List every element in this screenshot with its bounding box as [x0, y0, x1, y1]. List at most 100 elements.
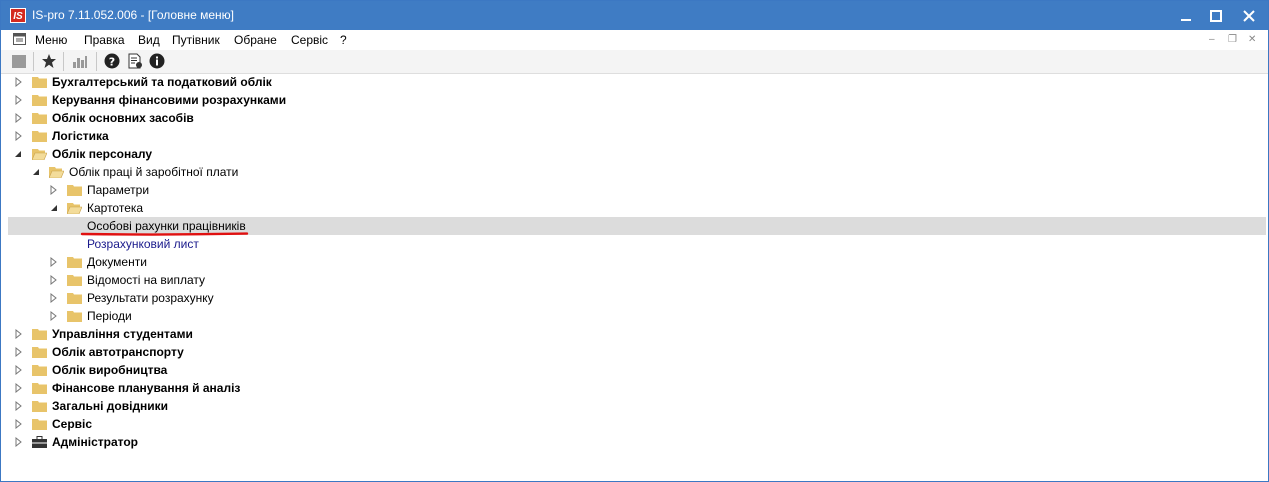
toolbox-icon	[32, 436, 47, 448]
tree-item-documents[interactable]: Документи	[8, 253, 1266, 271]
expand-arrow-icon[interactable]	[15, 347, 23, 357]
toolbar-separator	[33, 52, 34, 71]
system-menu-icon[interactable]	[13, 33, 26, 45]
app-logo-icon: IS	[10, 8, 26, 23]
tree-item-service[interactable]: Сервіс	[8, 415, 1266, 433]
tree-item-finance-settlements[interactable]: Керування фінансовими розрахунками	[8, 91, 1266, 109]
menu-item-view[interactable]: Вид	[138, 33, 160, 47]
grey-folder-icon[interactable]	[11, 53, 27, 69]
chart-icon[interactable]	[72, 53, 88, 69]
tree-item-label: Загальні довідники	[52, 399, 169, 413]
tree-item-card-index[interactable]: Картотека	[8, 199, 1266, 217]
open-folder-icon	[32, 149, 47, 160]
tree-item-label: Періоди	[87, 309, 132, 323]
toolbar	[1, 50, 1268, 74]
expand-arrow-icon[interactable]	[15, 329, 23, 339]
tree-item-label: Фінансове планування й аналіз	[52, 381, 241, 395]
tree-item-label: Параметри	[87, 183, 150, 197]
folder-icon	[32, 131, 47, 142]
expand-arrow-icon[interactable]	[15, 383, 23, 393]
maximize-button[interactable]	[1201, 1, 1231, 30]
folder-icon	[32, 77, 47, 88]
main-menu-tree: Бухгалтерський та податковий облік Керув…	[0, 73, 1267, 480]
expand-arrow-icon[interactable]	[50, 185, 58, 195]
menu-item-edit[interactable]: Правка	[84, 33, 125, 47]
toolbar-separator	[96, 52, 97, 71]
expand-arrow-icon[interactable]	[15, 131, 23, 141]
tree-item-label: Картотека	[87, 201, 144, 215]
expand-arrow-icon[interactable]	[50, 275, 58, 285]
folder-icon	[32, 401, 47, 412]
collapse-arrow-icon[interactable]	[32, 167, 40, 177]
expand-arrow-icon[interactable]	[15, 113, 23, 123]
tree-item-label: Відомості на виплату	[87, 273, 206, 287]
help-icon[interactable]: ?	[104, 53, 120, 69]
tree-item-payment-statements[interactable]: Відомості на виплату	[8, 271, 1266, 289]
tree-item-administrator[interactable]: Адміністратор	[8, 433, 1266, 451]
folder-icon	[32, 419, 47, 430]
tree-item-label: Результати розрахунку	[87, 291, 214, 305]
expand-arrow-icon[interactable]	[15, 365, 23, 375]
folder-icon	[67, 293, 82, 304]
info-icon[interactable]	[149, 53, 165, 69]
expand-arrow-icon[interactable]	[50, 257, 58, 267]
title-bar[interactable]: IS IS-pro 7.11.052.006 - [Головне меню]	[1, 1, 1268, 30]
tree-item-general-references[interactable]: Загальні довідники	[8, 397, 1266, 415]
tree-item-logistics[interactable]: Логістика	[8, 127, 1266, 145]
expand-arrow-icon[interactable]	[15, 95, 23, 105]
folder-icon	[67, 311, 82, 322]
menu-item-guide[interactable]: Путівник	[172, 33, 220, 47]
tree-item-calculation-results[interactable]: Результати розрахунку	[8, 289, 1266, 307]
tree-item-vehicles[interactable]: Облік автотранспорту	[8, 343, 1266, 361]
tree-item-production[interactable]: Облік виробництва	[8, 361, 1266, 379]
folder-icon	[32, 95, 47, 106]
mdi-close-icon[interactable]: ✕	[1248, 34, 1256, 45]
tree-item-label: Розрахунковий лист	[87, 237, 199, 251]
toolbar-separator	[63, 52, 64, 71]
tree-item-label: Керування фінансовими розрахунками	[52, 93, 287, 107]
tree-item-student-management[interactable]: Управління студентами	[8, 325, 1266, 343]
close-icon	[1243, 10, 1255, 22]
tree-item-label: Облік основних засобів	[52, 111, 194, 125]
tree-item-label: Облік персоналу	[52, 147, 153, 161]
svg-text:?: ?	[109, 56, 115, 69]
tree-item-label: Бухгалтерський та податковий облік	[52, 75, 272, 89]
maximize-icon	[1210, 10, 1222, 22]
folder-icon	[32, 113, 47, 124]
expand-arrow-icon[interactable]	[50, 311, 58, 321]
mdi-minimize-icon[interactable]: ‒	[1209, 34, 1215, 45]
tree-item-label: Облік праці й заробітної плати	[69, 165, 239, 179]
menu-item-menu[interactable]: Меню	[35, 33, 67, 47]
expand-arrow-icon[interactable]	[15, 419, 23, 429]
minimize-icon	[1181, 19, 1191, 21]
close-button[interactable]	[1231, 1, 1267, 30]
document-settings-icon[interactable]	[127, 53, 143, 69]
tree-item-financial-planning[interactable]: Фінансове планування й аналіз	[8, 379, 1266, 397]
folder-icon	[67, 185, 82, 196]
star-icon[interactable]	[41, 53, 57, 69]
tree-item-parameters[interactable]: Параметри	[8, 181, 1266, 199]
tree-item-personnel[interactable]: Облік персоналу	[8, 145, 1266, 163]
tree-item-fixed-assets[interactable]: Облік основних засобів	[8, 109, 1266, 127]
tree-item-label: Облік виробництва	[52, 363, 168, 377]
expand-arrow-icon[interactable]	[15, 401, 23, 411]
tree-item-labor-salary[interactable]: Облік праці й заробітної плати	[8, 163, 1266, 181]
tree-item-periods[interactable]: Періоди	[8, 307, 1266, 325]
expand-arrow-icon[interactable]	[15, 437, 23, 447]
menu-item-help[interactable]: ?	[340, 33, 347, 47]
expand-arrow-icon[interactable]	[15, 77, 23, 87]
folder-icon	[67, 257, 82, 268]
red-highlight-underline	[80, 232, 249, 236]
collapse-arrow-icon[interactable]	[50, 203, 58, 213]
tree-item-payslip[interactable]: Розрахунковий лист	[8, 235, 1266, 253]
menu-item-favorites[interactable]: Обране	[234, 33, 277, 47]
tree-item-label: Адміністратор	[52, 435, 139, 449]
folder-icon	[32, 347, 47, 358]
mdi-restore-icon[interactable]: ❐	[1228, 34, 1237, 45]
collapse-arrow-icon[interactable]	[14, 149, 22, 159]
tree-item-label: Управління студентами	[52, 327, 193, 341]
tree-item-accounting[interactable]: Бухгалтерський та податковий облік	[8, 73, 1266, 91]
menu-item-service[interactable]: Сервіс	[291, 33, 328, 47]
expand-arrow-icon[interactable]	[50, 293, 58, 303]
minimize-button[interactable]	[1171, 1, 1201, 30]
